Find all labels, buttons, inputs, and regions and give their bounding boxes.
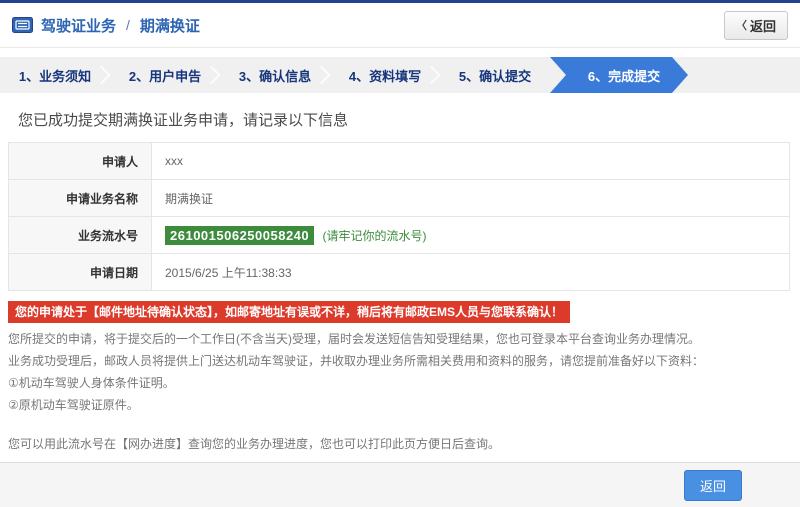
success-message-title: 您已成功提交期满换证业务申请，请记录以下信息	[18, 109, 800, 130]
step-label: 5、确认提交	[459, 66, 531, 85]
breadcrumb-page: 期满换证	[140, 15, 200, 36]
row-value: xxx	[152, 143, 790, 180]
row-value: 2015/6/25 上午11:38:33	[152, 254, 790, 291]
chevron-separator-icon	[202, 66, 220, 84]
serial-number-badge: 261001506250058240	[165, 226, 314, 245]
chevron-left-icon: 〈	[736, 17, 747, 33]
step-6-complete-submit-active: 6、完成提交	[550, 57, 688, 93]
mail-address-warning-banner: 您的申请处于【邮件地址待确认状态】，如邮寄地址有误或不详，稍后将有邮政EMS人员…	[8, 301, 570, 323]
step-label: 3、确认信息	[239, 66, 311, 85]
instructions-text: 您所提交的申请，将于提交后的一个工作日(不含当天)受理，届时会发送短信告知受理结…	[8, 329, 792, 455]
chevron-separator-icon	[92, 66, 110, 84]
step-3-confirm-info: 3、确认信息	[220, 57, 330, 93]
row-label: 申请日期	[9, 254, 152, 291]
row-value: 期满换证	[152, 180, 790, 217]
footer-bar: 返回	[0, 462, 800, 507]
table-row-apply-date: 申请日期 2015/6/25 上午11:38:33	[9, 254, 790, 291]
row-value: 261001506250058240 (请牢记你的流水号)	[152, 217, 790, 254]
instruction-paragraph: 业务成功受理后，邮政人员将提供上门送达机动车驾驶证，并收取办理业务所需相关费用和…	[8, 351, 792, 372]
step-progress-bar: 1、业务须知 2、用户申告 3、确认信息 4、资料填写 5、确认提交 6、完成提…	[0, 57, 800, 93]
table-row-business-name: 申请业务名称 期满换证	[9, 180, 790, 217]
step-label: 2、用户申告	[129, 66, 201, 85]
breadcrumb-separator: /	[124, 17, 132, 33]
table-row-applicant: 申请人 xxx	[9, 143, 790, 180]
serial-number-note: (请牢记你的流水号)	[322, 229, 426, 243]
step-2-user-declaration: 2、用户申告	[110, 57, 220, 93]
back-button-top[interactable]: 〈 返回	[724, 11, 788, 40]
step-label: 4、资料填写	[349, 66, 421, 85]
instruction-paragraph: 您可以用此流水号在【网办进度】查询您的业务办理进度，您也可以打印此页方便日后查询…	[8, 434, 792, 455]
chevron-separator-icon	[312, 66, 330, 84]
row-label: 业务流水号	[9, 217, 152, 254]
form-icon	[12, 17, 33, 33]
step-1-business-notice: 1、业务须知	[0, 57, 110, 93]
back-button-bottom[interactable]: 返回	[684, 470, 742, 501]
application-info-table: 申请人 xxx 申请业务名称 期满换证 业务流水号 26100150625005…	[8, 142, 790, 291]
row-label: 申请人	[9, 143, 152, 180]
row-label: 申请业务名称	[9, 180, 152, 217]
table-row-serial-number: 业务流水号 261001506250058240 (请牢记你的流水号)	[9, 217, 790, 254]
instruction-paragraph: ②原机动车驾驶证原件。	[8, 395, 792, 416]
breadcrumb: 驾驶证业务 / 期满换证	[12, 15, 200, 36]
step-label: 6、完成提交	[588, 66, 660, 85]
breadcrumb-section[interactable]: 驾驶证业务	[41, 15, 116, 36]
chevron-separator-icon	[422, 66, 440, 84]
instruction-paragraph: 您所提交的申请，将于提交后的一个工作日(不含当天)受理，届时会发送短信告知受理结…	[8, 329, 792, 350]
instruction-paragraph: ①机动车驾驶人身体条件证明。	[8, 373, 792, 394]
header-bar: 驾驶证业务 / 期满换证 〈 返回	[0, 3, 800, 48]
step-label: 1、业务须知	[19, 66, 91, 85]
step-4-fill-material: 4、资料填写	[330, 57, 440, 93]
step-5-confirm-submit: 5、确认提交	[440, 57, 550, 93]
back-button-top-label: 返回	[750, 16, 776, 35]
